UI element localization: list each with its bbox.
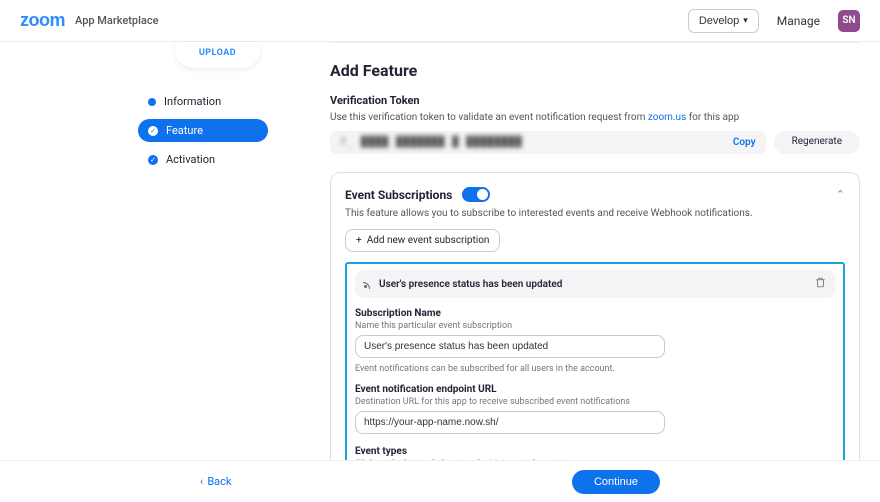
sidebar-item-feature[interactable]: ✓ Feature: [138, 119, 268, 142]
subscription-name-note: Event notifications can be subscribed fo…: [355, 364, 835, 374]
develop-dropdown[interactable]: Develop ▾: [688, 9, 759, 33]
zoom-logo[interactable]: zoom: [20, 10, 65, 31]
continue-button[interactable]: Continue: [572, 470, 660, 494]
token-box: f_ ████ ███████ █ ████████ Copy: [330, 131, 766, 154]
feed-icon: [363, 279, 373, 289]
header-right: Develop ▾ Manage SN: [688, 9, 860, 33]
step-dot-icon: [148, 98, 156, 106]
sidebar-item-label: Activation: [166, 153, 215, 166]
verification-token-desc: Use this verification token to validate …: [330, 112, 860, 123]
avatar[interactable]: SN: [838, 10, 860, 32]
sidebar-item-activation[interactable]: ✓ Activation: [138, 148, 268, 171]
sidebar: UPLOAD Information ✓ Feature ✓ Activatio…: [0, 42, 280, 460]
chevron-left-icon: ‹: [200, 475, 203, 488]
upload-pill[interactable]: UPLOAD: [175, 42, 260, 68]
endpoint-url-input[interactable]: [355, 411, 665, 434]
main-area: UPLOAD Information ✓ Feature ✓ Activatio…: [0, 42, 880, 460]
sidebar-items: Information ✓ Feature ✓ Activation: [138, 90, 268, 171]
verification-token-heading: Verification Token: [330, 94, 860, 107]
subscription-name-label: Subscription Name: [355, 308, 835, 319]
subscription-card-title: User's presence status has been updated: [379, 279, 562, 290]
back-label: Back: [207, 475, 231, 488]
add-subscription-label: Add new event subscription: [367, 235, 490, 246]
panel-title: Event Subscriptions: [345, 187, 490, 202]
sidebar-item-label: Information: [164, 95, 221, 108]
add-subscription-button[interactable]: + Add new event subscription: [345, 229, 500, 252]
regenerate-button[interactable]: Regenerate: [774, 131, 860, 154]
copy-button[interactable]: Copy: [733, 137, 756, 148]
subscription-card-header: User's presence status has been updated: [355, 270, 835, 298]
endpoint-url-label: Event notification endpoint URL: [355, 384, 835, 395]
content-area: Add Feature Verification Token Use this …: [280, 42, 880, 460]
collapse-icon[interactable]: ⌃: [836, 188, 845, 201]
event-subscriptions-panel: Event Subscriptions ⌃ This feature allow…: [330, 172, 860, 460]
chevron-down-icon: ▾: [743, 15, 748, 26]
sidebar-item-information[interactable]: Information: [138, 90, 268, 113]
event-types-hint: Click on the button below to select inte…: [355, 459, 835, 460]
subscription-name-input[interactable]: [355, 335, 665, 358]
event-types-label: Event types: [355, 446, 835, 457]
manage-link[interactable]: Manage: [777, 14, 820, 28]
delete-subscription-button[interactable]: [814, 276, 827, 292]
zoom-us-link[interactable]: zoom.us: [648, 112, 686, 123]
subscription-card: User's presence status has been updated …: [345, 262, 845, 460]
token-value-masked: f_ ████ ███████ █ ████████: [340, 137, 523, 148]
back-button[interactable]: ‹ Back: [200, 475, 231, 488]
step-check-icon: ✓: [148, 126, 158, 136]
app-marketplace-label: App Marketplace: [75, 14, 158, 27]
endpoint-url-hint: Destination URL for this app to receive …: [355, 397, 835, 407]
page-title: Add Feature: [330, 61, 860, 80]
panel-desc: This feature allows you to subscribe to …: [345, 208, 845, 219]
token-row: f_ ████ ███████ █ ████████ Copy Regenera…: [330, 131, 860, 154]
plus-icon: +: [356, 235, 362, 246]
sidebar-item-label: Feature: [166, 124, 203, 137]
develop-label: Develop: [699, 15, 739, 27]
trash-icon: [814, 276, 827, 289]
app-header: zoom App Marketplace Develop ▾ Manage SN: [0, 0, 880, 42]
subscription-name-hint: Name this particular event subscription: [355, 321, 835, 331]
subscriptions-toggle[interactable]: [462, 187, 490, 202]
wizard-footer: ‹ Back Continue: [0, 460, 880, 502]
header-left: zoom App Marketplace: [20, 10, 158, 31]
panel-header: Event Subscriptions ⌃: [345, 187, 845, 202]
step-check-icon: ✓: [148, 155, 158, 165]
